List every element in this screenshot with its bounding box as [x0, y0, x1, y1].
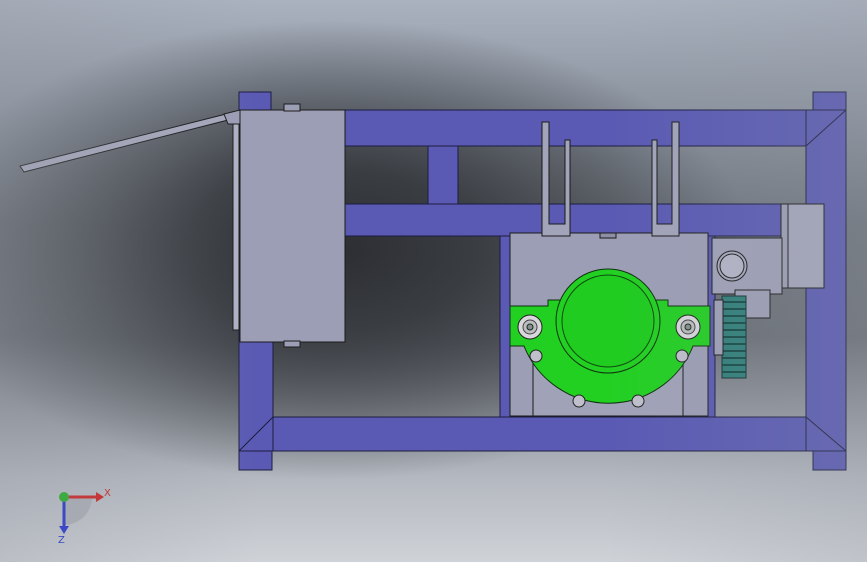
vertical-member-1 [427, 145, 459, 205]
gear-hub [713, 299, 724, 356]
cross-member [344, 203, 807, 237]
bolt-left [517, 314, 543, 340]
graphics-viewport[interactable]: X Z [0, 0, 867, 562]
handle-bar[interactable] [19, 112, 233, 173]
housing-top-lug [283, 103, 301, 112]
housing-side-plate [232, 111, 240, 331]
z-axis-label: Z [58, 535, 65, 546]
hole [675, 349, 689, 363]
hole [529, 349, 543, 363]
y-axis-dot [59, 492, 69, 502]
spur-gear[interactable] [713, 295, 747, 379]
x-arrow-head [96, 492, 104, 502]
view-orientation-triad[interactable]: X Z [58, 488, 111, 546]
motor-shaft [719, 253, 745, 279]
top-boss [599, 232, 617, 239]
bottom-rail [238, 416, 847, 452]
bolt-right [675, 314, 701, 340]
housing-bottom-lug [283, 340, 301, 348]
z-arrow-head [59, 526, 69, 534]
flange-hub-inner [561, 274, 655, 368]
motor-collar [787, 203, 825, 289]
triad-shadow [64, 497, 92, 525]
housing-body [239, 109, 346, 343]
handle-bracket [223, 109, 241, 125]
hole [572, 394, 586, 408]
hole [631, 394, 645, 408]
x-axis-label: X [104, 488, 111, 499]
cad-model-view[interactable]: X Z [0, 0, 867, 562]
left-housing[interactable] [19, 103, 346, 348]
